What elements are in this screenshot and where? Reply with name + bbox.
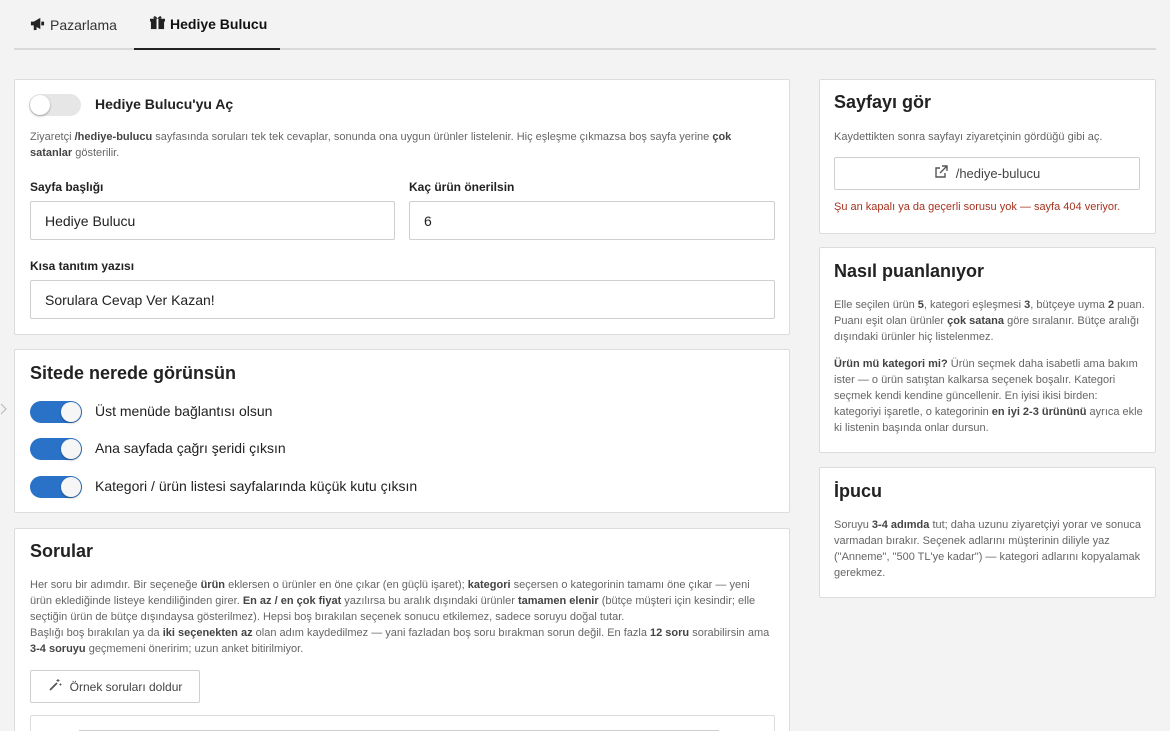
view-page-help: Kaydettikten sonra sayfayı ziyaretçinin … xyxy=(834,131,1103,143)
listing-box-label: Kategori / ürün listesi sayfalarında küç… xyxy=(95,478,418,494)
placement-card: Sitede nerede görünsün Üst menüde bağlan… xyxy=(14,349,790,513)
tip-card: İpucu Soruyu 3-4 adımda tut; daha uzunu … xyxy=(819,467,1156,598)
tab-bar: Pazarlama Hediye Bulucu xyxy=(14,0,1156,50)
questions-card: Sorular Her soru bir adımdır. Bir seçene… xyxy=(14,528,790,731)
settings-card: Hediye Bulucu'yu Aç Ziyaretçi /hediye-bu… xyxy=(14,79,790,335)
open-page-button[interactable]: /hediye-bulucu xyxy=(834,157,1140,190)
tab-label: Pazarlama xyxy=(50,17,117,33)
toggle-knob xyxy=(61,402,81,422)
tip-title: İpucu xyxy=(834,481,882,501)
external-link-icon xyxy=(934,165,948,182)
count-input[interactable]: 6 xyxy=(409,201,775,240)
tip-text: Soruyu 3-4 adımda tut; daha uzunu ziyare… xyxy=(834,519,1141,579)
tab-hediye-bulucu[interactable]: Hediye Bulucu xyxy=(134,0,280,50)
home-banner-toggle[interactable] xyxy=(30,438,82,460)
toggle-knob xyxy=(61,477,81,497)
enable-help: Ziyaretçi /hediye-bulucu sayfasında soru… xyxy=(30,131,732,159)
page-title-input[interactable]: Hediye Bulucu xyxy=(30,201,395,240)
magic-wand-icon xyxy=(48,678,62,695)
megaphone-icon xyxy=(30,16,45,34)
placement-title: Sitede nerede görünsün xyxy=(30,363,237,383)
scoring-p1: Elle seçilen ürün 5, kategori eşleşmesi … xyxy=(834,299,1145,343)
toggle-knob xyxy=(61,439,81,459)
fill-examples-label: Örnek soruları doldur xyxy=(69,679,183,694)
gift-icon xyxy=(150,15,165,33)
listing-box-toggle[interactable] xyxy=(30,476,82,498)
scoring-title: Nasıl puanlanıyor xyxy=(834,261,985,281)
status-error: Şu an kapalı ya da geçerli sorusu yok — … xyxy=(834,201,1121,213)
menu-link-toggle[interactable] xyxy=(30,401,82,423)
questions-title: Sorular xyxy=(30,541,94,561)
questions-help: Her soru bir adımdır. Bir seçeneğe ürün … xyxy=(30,579,770,655)
count-label: Kaç ürün önerilsin xyxy=(409,180,515,194)
enable-toggle[interactable] xyxy=(29,94,81,116)
fill-examples-button[interactable]: Örnek soruları doldur xyxy=(30,670,200,703)
tab-label: Hediye Bulucu xyxy=(170,16,268,32)
chevron-right-icon xyxy=(0,403,7,415)
page-title-label: Sayfa başlığı xyxy=(30,180,104,194)
scoring-card: Nasıl puanlanıyor Elle seçilen ürün 5, k… xyxy=(819,247,1156,453)
view-page-card: Sayfayı gör Kaydettikten sonra sayfayı z… xyxy=(819,79,1156,234)
toggle-knob xyxy=(30,95,50,115)
intro-label: Kısa tanıtım yazısı xyxy=(30,259,135,273)
intro-input[interactable]: Sorulara Cevap Ver Kazan! xyxy=(30,280,775,319)
tab-pazarlama[interactable]: Pazarlama xyxy=(30,0,117,50)
home-banner-label: Ana sayfada çağrı şeridi çıksın xyxy=(95,440,286,456)
menu-link-label: Üst menüde bağlantısı olsun xyxy=(95,403,273,419)
enable-label: Hediye Bulucu'yu Aç xyxy=(95,96,234,112)
scoring-p2: Ürün mü kategori mi? Ürün seçmek daha is… xyxy=(834,358,1143,434)
open-page-label: /hediye-bulucu xyxy=(955,166,1041,181)
view-page-title: Sayfayı gör xyxy=(834,92,932,112)
question-item xyxy=(30,715,775,731)
